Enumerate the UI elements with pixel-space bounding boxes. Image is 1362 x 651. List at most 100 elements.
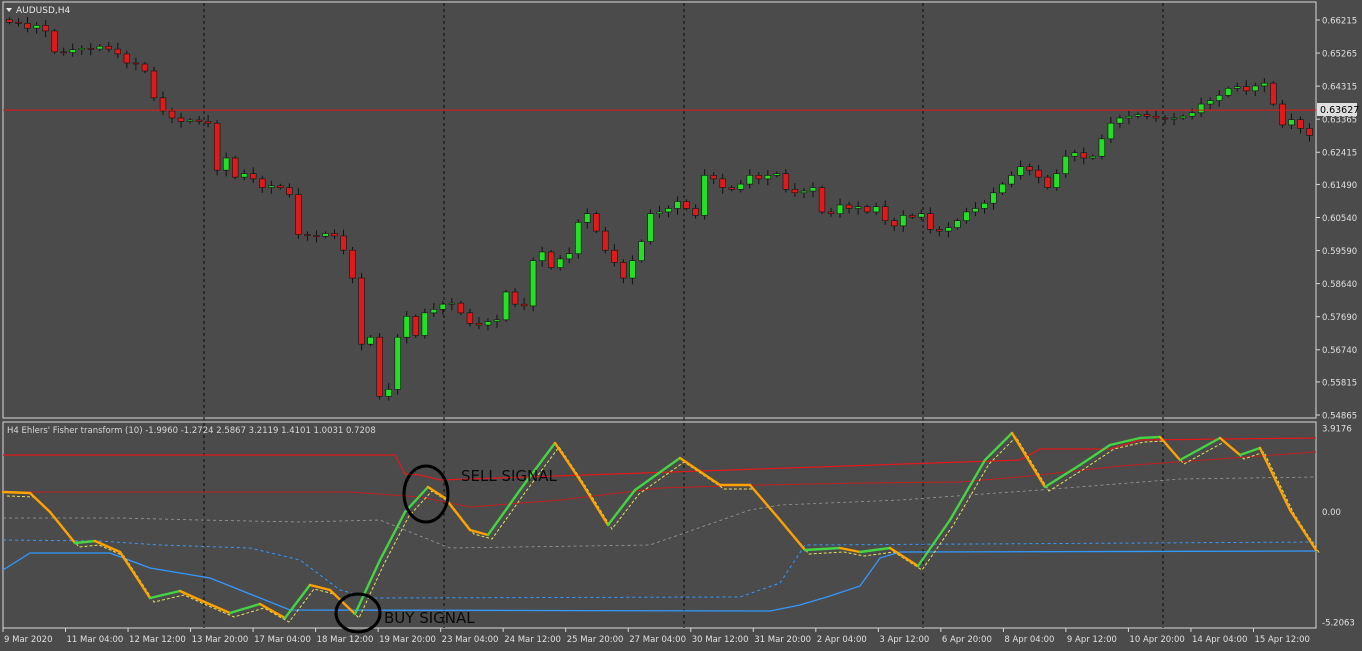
bull-candle	[981, 202, 988, 209]
bull-candle	[1098, 138, 1106, 157]
bear-candle	[304, 234, 311, 236]
time-tick-label: 8 Apr 04:00	[1004, 635, 1054, 645]
bear-candle	[1044, 176, 1051, 188]
bear-candle	[863, 206, 871, 213]
bull-candle	[665, 208, 672, 213]
bull-candle	[1188, 112, 1196, 117]
bear-candle	[376, 336, 383, 397]
bull-candle	[529, 260, 537, 307]
bull-candle	[872, 206, 880, 213]
bull-candle	[737, 183, 744, 190]
price-tick-label: 0.63365	[1322, 116, 1357, 126]
bear-candle	[1143, 114, 1151, 117]
time-tick-label: 10 Apr 20:00	[1129, 635, 1184, 645]
indicator-tick-label: 3.9176	[1322, 425, 1352, 435]
bull-candle	[268, 185, 275, 188]
bull-candle	[836, 204, 844, 214]
bear-candle	[159, 97, 167, 112]
bull-candle	[557, 258, 564, 268]
bull-candle	[575, 222, 582, 254]
bull-candle	[566, 253, 573, 260]
bull-candle	[647, 213, 654, 242]
bull-candle	[674, 201, 681, 209]
bear-candle	[123, 53, 131, 64]
bear-candle	[114, 48, 122, 55]
price-tick-label: 0.54865	[1322, 412, 1357, 422]
bull-candle	[1206, 100, 1214, 105]
time-tick-label: 27 Mar 04:00	[629, 635, 686, 645]
indicator-title: H4 Ehlers' Fisher transform (10) -1.9960…	[7, 426, 376, 436]
fisher-line-segment	[1138, 435, 1162, 440]
bear-candle	[782, 173, 790, 190]
bull-candle	[809, 187, 817, 192]
fisher-line-segment	[1, 490, 32, 495]
bear-candle	[313, 235, 320, 237]
bear-candle	[1243, 86, 1250, 92]
bull-candle	[367, 336, 374, 345]
bull-candle	[421, 312, 428, 336]
current-price-label: 0.63627	[1320, 105, 1359, 116]
bull-candle	[656, 211, 663, 214]
bear-candle	[132, 62, 140, 65]
bear-candle	[250, 173, 257, 180]
bull-candle	[1107, 122, 1115, 140]
bear-candle	[213, 122, 221, 171]
bull-candle	[96, 45, 103, 50]
bear-candle	[6, 19, 13, 23]
bear-candle	[358, 277, 365, 345]
price-tick-label: 0.57690	[1322, 313, 1357, 323]
bull-candle	[854, 206, 862, 209]
bear-candle	[791, 189, 799, 194]
bull-candle	[1134, 114, 1142, 117]
bear-candle	[259, 178, 266, 188]
bear-candle	[1026, 166, 1033, 171]
bull-candle	[999, 183, 1006, 194]
bull-candle	[1062, 155, 1069, 174]
bull-candle	[1053, 173, 1060, 188]
bear-candle	[24, 23, 31, 29]
bull-candle	[990, 192, 997, 204]
bear-candle	[936, 229, 943, 232]
bull-candle	[241, 173, 248, 178]
bear-candle	[882, 206, 889, 221]
bull-candle	[701, 175, 708, 216]
bull-candle	[222, 157, 230, 171]
bull-candle	[493, 319, 501, 322]
indicator-tick-label: -5.2063	[1322, 619, 1355, 629]
bear-candle	[232, 157, 239, 178]
bear-candle	[611, 249, 618, 263]
bull-candle	[78, 48, 85, 51]
bear-candle	[845, 204, 853, 209]
bear-candle	[1279, 103, 1286, 126]
bear-candle	[593, 213, 600, 232]
time-tick-label: 15 Apr 12:00	[1254, 635, 1309, 645]
price-tick-label: 0.62415	[1322, 149, 1357, 159]
time-tick-label: 25 Mar 20:00	[567, 635, 624, 645]
bear-candle	[87, 48, 94, 50]
bull-candle	[584, 213, 591, 223]
time-tick-label: 31 Mar 20:00	[754, 635, 811, 645]
bull-candle	[69, 49, 76, 53]
symbol-title: AUDUSD,H4	[16, 6, 71, 16]
bull-candle	[1252, 85, 1259, 92]
time-tick-label: 11 Mar 04:00	[67, 635, 124, 645]
bear-candle	[547, 251, 555, 268]
time-tick-label: 18 Mar 12:00	[317, 635, 374, 645]
bear-candle	[755, 175, 762, 180]
bull-candle	[1089, 155, 1097, 159]
bull-candle	[1071, 152, 1078, 157]
bull-candle	[538, 251, 546, 261]
bull-candle	[629, 260, 636, 279]
bull-candle	[1125, 115, 1133, 119]
indicator-tick-label: 0.00	[1322, 508, 1341, 518]
bull-candle	[773, 173, 781, 176]
bull-candle	[918, 213, 925, 218]
time-tick-label: 3 Apr 12:00	[879, 635, 929, 645]
bear-candle	[277, 185, 284, 188]
bull-candle	[448, 302, 456, 305]
mt4-chart-window[interactable]: 0.66215 0.65265 0.64315 0.63365 0.62415 0.614…	[0, 0, 1362, 651]
bull-candle	[1216, 95, 1223, 101]
bear-candle	[692, 208, 699, 216]
bear-candle	[168, 110, 176, 119]
bull-candle	[954, 220, 961, 228]
